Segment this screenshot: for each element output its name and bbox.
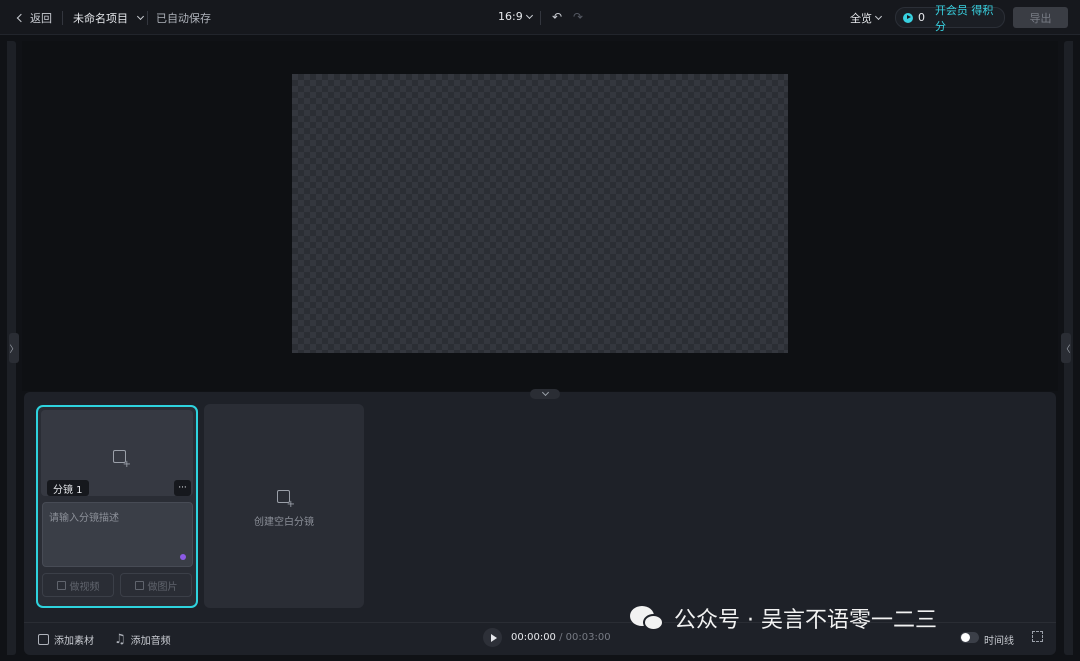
- credit-count: 0: [917, 11, 925, 24]
- export-button[interactable]: 导出: [1013, 7, 1068, 28]
- member-link[interactable]: 开会员 得积分: [935, 2, 1004, 34]
- timeline-label: 时间线: [984, 636, 1014, 647]
- project-name: 未命名项目: [73, 12, 128, 25]
- play-button[interactable]: [483, 628, 502, 647]
- watermark-text: 公众号 · 吴言不语零一二三: [674, 608, 937, 633]
- fullscreen-icon[interactable]: [1032, 631, 1043, 642]
- chevron-down-icon: [541, 388, 549, 397]
- shot-description-input[interactable]: 请输入分镜描述: [42, 502, 193, 567]
- chevron-left-icon: [16, 13, 26, 23]
- status-dot: [180, 554, 186, 560]
- back-button[interactable]: 返回: [16, 10, 52, 26]
- project-name-dropdown[interactable]: 未命名项目: [73, 10, 145, 26]
- shot-tag: 分镜 1: [47, 480, 89, 496]
- chevron-right-icon: 〉: [9, 344, 19, 355]
- add-audio-label: 添加音频: [130, 636, 171, 647]
- chevron-left-icon: 〈: [1061, 344, 1071, 355]
- watermark: 公众号 · 吴言不语零一二三: [630, 602, 937, 634]
- save-status: 已自动保存: [156, 12, 211, 25]
- generate-image-button[interactable]: 做图片: [120, 573, 192, 597]
- redo-icon[interactable]: ↷: [573, 10, 583, 24]
- divider: [540, 11, 541, 25]
- video-icon: [56, 580, 66, 590]
- music-note-icon: ♫: [114, 632, 126, 647]
- generate-video-button[interactable]: 做视频: [42, 573, 114, 597]
- credit-coin-icon: [903, 12, 913, 23]
- add-audio-button[interactable]: ♫ 添加音频: [114, 632, 171, 647]
- image-icon: [134, 580, 144, 590]
- aspect-ratio-value: 16:9: [498, 10, 523, 23]
- current-time: 00:00:00: [511, 632, 556, 643]
- divider: [147, 11, 148, 25]
- aspect-ratio-dropdown[interactable]: 16:9: [498, 10, 533, 23]
- chevron-down-icon: [874, 12, 883, 21]
- time-separator: /: [559, 632, 563, 643]
- add-image-icon: [113, 450, 131, 470]
- add-shot-icon: [277, 490, 295, 510]
- collapse-panel-button[interactable]: [530, 388, 560, 399]
- expand-left-panel-button[interactable]: 〉: [9, 333, 19, 363]
- add-material-icon: [38, 634, 49, 645]
- playback-time: 00:00:00 / 00:03:00: [511, 632, 611, 643]
- undo-icon[interactable]: ↶: [552, 10, 562, 24]
- back-label: 返回: [30, 12, 52, 25]
- storyboard-shot-card[interactable]: 分镜 1 ··· 请输入分镜描述 做视频 做图片: [36, 405, 198, 608]
- preview-dropdown[interactable]: 全览: [850, 10, 883, 26]
- total-time: 00:03:00: [565, 632, 611, 643]
- divider: [62, 11, 63, 25]
- chevron-down-icon: [136, 12, 145, 21]
- create-blank-shot-button[interactable]: 创建空白分镜: [204, 404, 364, 608]
- add-material-button[interactable]: 添加素材: [38, 632, 94, 647]
- credits-badge[interactable]: 0 开会员 得积分: [895, 4, 1005, 33]
- description-placeholder: 请输入分镜描述: [49, 513, 119, 524]
- expand-right-panel-button[interactable]: 〈: [1061, 333, 1071, 363]
- chevron-down-icon: [525, 11, 533, 19]
- timeline-toggle[interactable]: [960, 632, 979, 643]
- add-material-label: 添加素材: [54, 636, 94, 647]
- generate-image-label: 做图片: [147, 581, 178, 593]
- preview-label: 全览: [850, 12, 872, 25]
- wechat-icon: [630, 604, 666, 632]
- preview-canvas[interactable]: [292, 74, 788, 353]
- more-options-button[interactable]: ···: [174, 480, 191, 496]
- generate-video-label: 做视频: [69, 581, 100, 593]
- shot-thumbnail[interactable]: 分镜 1 ···: [41, 410, 193, 496]
- create-blank-shot-label: 创建空白分镜: [254, 517, 314, 528]
- top-bar: 返回 未命名项目 已自动保存 16:9 ↶ ↷ 全览 0 开会员 得积分 导出: [0, 0, 1080, 35]
